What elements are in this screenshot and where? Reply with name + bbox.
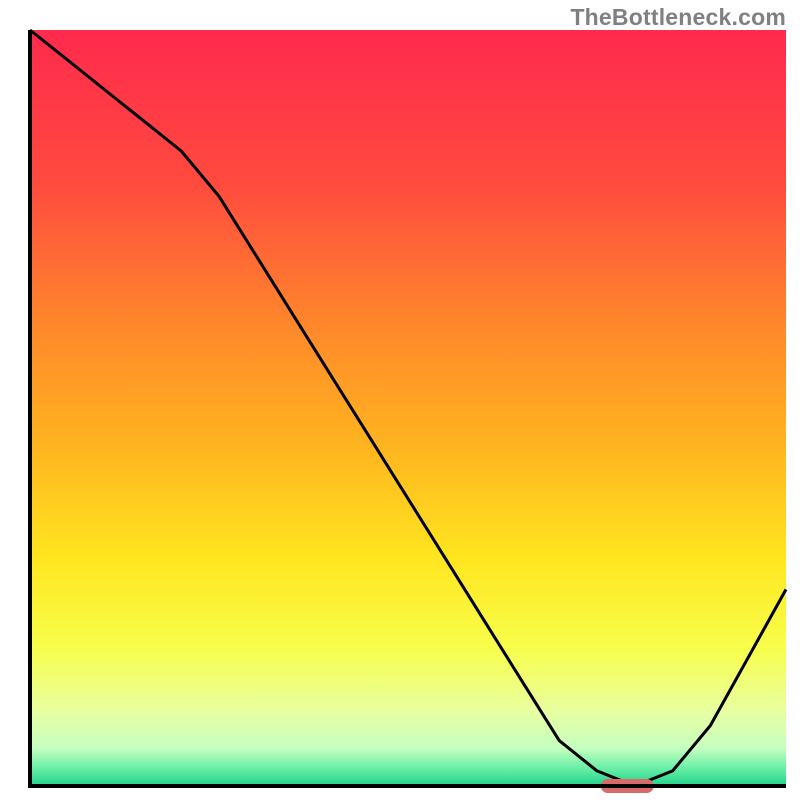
watermark-text: TheBottleneck.com (570, 4, 786, 31)
chart-frame: TheBottleneck.com (0, 0, 800, 800)
bottleneck-chart (0, 0, 800, 800)
plot-background (30, 30, 786, 786)
